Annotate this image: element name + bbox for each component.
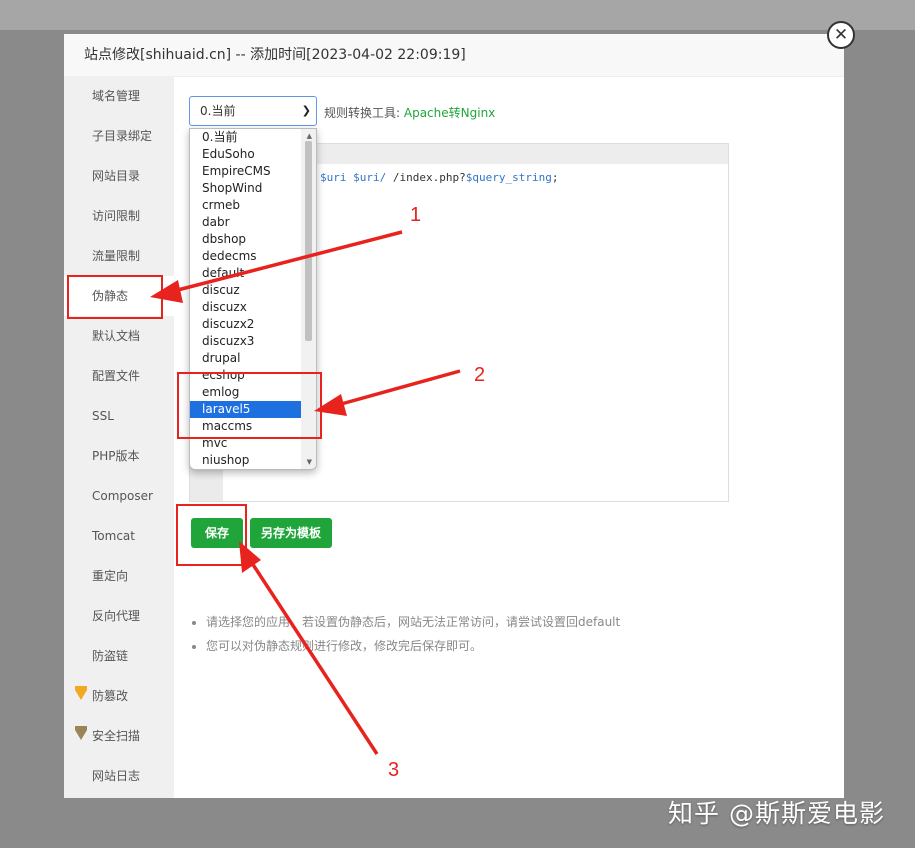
sidebar-item-tamper-proof[interactable]: 防篡改 — [64, 676, 174, 716]
sidebar-item-config-file[interactable]: 配置文件 — [64, 356, 174, 396]
sidebar-item-access-limit[interactable]: 访问限制 — [64, 196, 174, 236]
dropdown-option[interactable]: ShopWind — [190, 180, 302, 197]
rule-tool-label: 规则转换工具: — [324, 106, 401, 120]
annotation-box-option — [177, 372, 322, 439]
rewrite-template-select[interactable]: 0.当前 ❯ — [189, 96, 317, 126]
annotation-box-rewrite — [67, 275, 163, 319]
close-icon[interactable]: ✕ — [827, 21, 855, 49]
sidebar-item-composer[interactable]: Composer — [64, 476, 174, 516]
dropdown-option[interactable]: discuzx — [190, 299, 302, 316]
dropdown-option[interactable]: dabr — [190, 214, 302, 231]
dropdown-option[interactable]: discuz — [190, 282, 302, 299]
annotation-number-1: 1 — [410, 204, 422, 226]
dropdown-option[interactable]: dbshop — [190, 231, 302, 248]
save-as-template-button[interactable]: 另存为模板 — [250, 518, 332, 548]
annotation-number-3: 3 — [388, 759, 400, 781]
dropdown-option[interactable]: discuzx2 — [190, 316, 302, 333]
sidebar-item-ssl[interactable]: SSL — [64, 396, 174, 436]
dropdown-option[interactable]: niushop — [190, 452, 302, 469]
annotation-box-save — [176, 504, 247, 566]
sidebar-item-site-log[interactable]: 网站日志 — [64, 756, 174, 796]
sidebar-item-php-version[interactable]: PHP版本 — [64, 436, 174, 476]
dropdown-option[interactable]: drupal — [190, 350, 302, 367]
sidebar-item-redirect[interactable]: 重定向 — [64, 556, 174, 596]
dropdown-option[interactable]: EduSoho — [190, 146, 302, 163]
sidebar-item-default-doc[interactable]: 默认文档 — [64, 316, 174, 356]
apache-to-nginx-link[interactable]: Apache转Nginx — [404, 106, 495, 120]
scrollbar-thumb[interactable] — [305, 141, 312, 341]
sidebar-item-label: 安全扫描 — [92, 729, 141, 743]
dropdown-option[interactable]: EmpireCMS — [190, 163, 302, 180]
sidebar-item-label: 防篡改 — [92, 689, 129, 703]
dropdown-option[interactable]: dedecms — [190, 248, 302, 265]
gem-icon — [75, 726, 87, 740]
sidebar-item-subdir[interactable]: 子目录绑定 — [64, 116, 174, 156]
sidebar-item-security-scan[interactable]: 安全扫描 — [64, 716, 174, 756]
sidebar-item-domain[interactable]: 域名管理 — [64, 76, 174, 116]
dropdown-option[interactable]: default — [190, 265, 302, 282]
dropdown-option[interactable]: 0.当前 — [190, 129, 302, 146]
code-line: $uri $uri/ /index.php?$query_string; — [320, 171, 559, 184]
scroll-down-icon[interactable]: ▼ — [307, 458, 312, 466]
tip-item: 您可以对伪静态规则进行修改，修改完后保存即可。 — [206, 634, 620, 658]
gold-gem-icon — [75, 686, 87, 700]
tip-item: 请选择您的应用，若设置伪静态后，网站无法正常访问，请尝试设置回default — [206, 610, 620, 634]
rule-tool: 规则转换工具: Apache转Nginx — [324, 104, 495, 121]
watermark: 知乎 @斯斯爱电影 — [668, 799, 885, 828]
dropdown-option[interactable]: discuzx3 — [190, 333, 302, 350]
sidebar: 域名管理 子目录绑定 网站目录 访问限制 流量限制 伪静态 默认文档 配置文件 … — [64, 76, 174, 798]
chevron-down-icon: ❯ — [301, 104, 311, 117]
sidebar-item-reverse-proxy[interactable]: 反向代理 — [64, 596, 174, 636]
help-tips: 请选择您的应用，若设置伪静态后，网站无法正常访问，请尝试设置回default 您… — [190, 610, 620, 658]
sidebar-item-traffic-limit[interactable]: 流量限制 — [64, 236, 174, 276]
sidebar-item-tomcat[interactable]: Tomcat — [64, 516, 174, 556]
dropdown-option[interactable]: crmeb — [190, 197, 302, 214]
sidebar-item-site-dir[interactable]: 网站目录 — [64, 156, 174, 196]
scroll-up-icon[interactable]: ▲ — [307, 132, 312, 140]
background-strip — [0, 0, 915, 30]
annotation-number-2: 2 — [474, 364, 486, 386]
select-value: 0.当前 — [200, 104, 236, 118]
dialog-title: 站点修改[shihuaid.cn] -- 添加时间[2023-04-02 22:… — [64, 34, 844, 77]
sidebar-item-hotlink[interactable]: 防盗链 — [64, 636, 174, 676]
